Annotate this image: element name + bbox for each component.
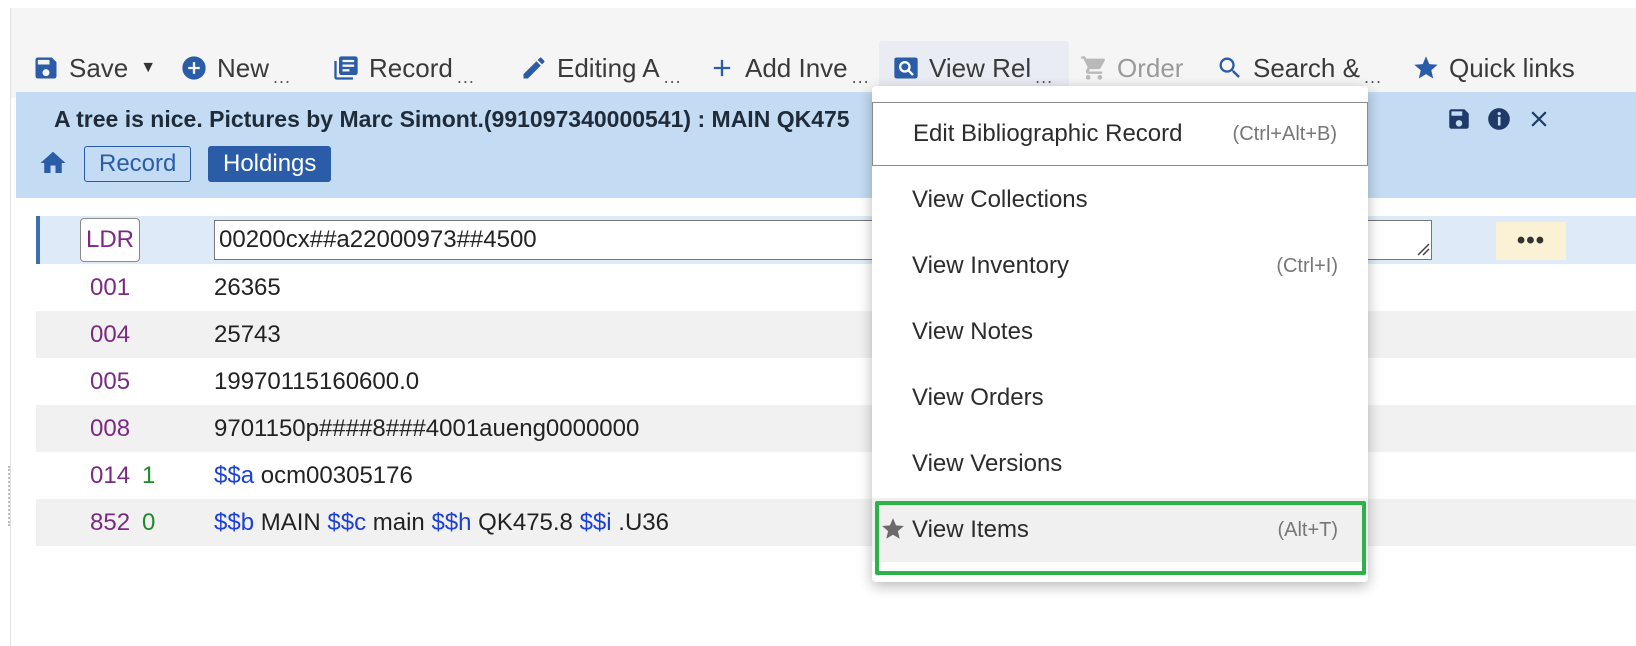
marc-editor: LDR ••• 001 26365 004 25743 005 19970115… [36, 216, 1636, 546]
more-indicator: ... [1363, 67, 1382, 87]
star-icon [880, 516, 906, 542]
breadcrumb-holdings[interactable]: Holdings [208, 146, 332, 182]
field-tag: 005 [90, 368, 131, 395]
field-tag: 852 [90, 509, 131, 536]
more-options-button[interactable]: ••• [1496, 222, 1566, 260]
marc-row[interactable]: 852 0 $$b MAIN $$c main $$h QK475.8 $$i … [36, 499, 1636, 546]
caret-down-icon[interactable]: ▼ [140, 59, 156, 77]
menu-item-view-items[interactable]: View Items (Alt+T) [872, 498, 1368, 562]
breadcrumb-record[interactable]: Record [84, 146, 192, 182]
quick-links-label: Quick links [1449, 52, 1575, 83]
view-related-label: View Rel [929, 52, 1032, 83]
menu-item-view-orders[interactable]: View Orders [872, 366, 1368, 430]
menu-item-label: Edit Bibliographic Record [913, 120, 1183, 147]
save-label: Save [69, 52, 129, 83]
menu-item-view-notes[interactable]: View Notes [872, 300, 1368, 364]
field-tag: 014 [90, 462, 131, 489]
menu-item-view-versions[interactable]: View Versions [872, 432, 1368, 496]
field-value: 9701150p####8###4001aueng0000000 [214, 415, 640, 442]
pencil-icon [519, 53, 549, 83]
editing-label: Editing A [557, 52, 660, 83]
marc-row[interactable]: 014 1 $$a ocm00305176 [36, 452, 1636, 499]
quick-links-button[interactable]: Quick links [1411, 50, 1575, 86]
subfield-code: $$a [214, 462, 255, 489]
subfield-value: ocm00305176 [254, 462, 413, 489]
menu-item-edit-bibliographic-record[interactable]: Edit Bibliographic Record (Ctrl+Alt+B) [872, 102, 1368, 166]
search-label: Search & [1253, 52, 1360, 83]
view-search-icon [891, 53, 921, 83]
cart-icon [1079, 53, 1109, 83]
info-icon[interactable] [1484, 104, 1514, 134]
save-icon[interactable] [1444, 104, 1474, 134]
resize-handle-icon[interactable] [1416, 242, 1430, 256]
order-label: Order [1117, 52, 1184, 83]
field-value: 25743 [214, 321, 281, 348]
marc-row[interactable]: 005 19970115160600.0 [36, 358, 1636, 405]
field-tag: 008 [90, 415, 131, 442]
add-inventory-label: Add Inve [745, 52, 848, 83]
subfield-value: .U36 [611, 509, 669, 536]
menu-item-view-collections[interactable]: View Collections [872, 168, 1368, 232]
search-button[interactable]: Search & ... [1215, 50, 1381, 87]
save-button[interactable]: Save ▼ [31, 50, 156, 86]
more-indicator: ... [851, 67, 870, 87]
editing-actions-button[interactable]: Editing A ... [519, 50, 681, 87]
field-tag: 001 [90, 274, 131, 301]
record-button[interactable]: Record ... [331, 50, 474, 87]
subfield-code: $$h [431, 509, 472, 536]
menu-item-shortcut: (Ctrl+I) [1276, 254, 1338, 277]
marc-row[interactable]: 008 9701150p####8###4001aueng0000000 [36, 405, 1636, 452]
menu-item-shortcut: (Alt+T) [1277, 518, 1338, 541]
menu-item-shortcut: (Ctrl+Alt+B) [1232, 122, 1337, 145]
close-icon[interactable] [1524, 104, 1554, 134]
menu-item-label: View Orders [912, 384, 1044, 411]
menu-item-label: View Items [912, 516, 1029, 543]
order-button[interactable]: Order [1079, 50, 1183, 86]
more-indicator: ... [456, 67, 475, 87]
more-indicator: ... [663, 67, 682, 87]
marc-row[interactable]: 004 25743 [36, 311, 1636, 358]
view-related-menu: Edit Bibliographic Record (Ctrl+Alt+B) V… [872, 86, 1368, 582]
marc-row-ldr: LDR ••• [36, 216, 1636, 264]
subfield-value: MAIN [254, 509, 328, 536]
subfield-value: main [366, 509, 432, 536]
marc-row[interactable]: 001 26365 [36, 264, 1636, 311]
record-header: A tree is nice. Pictures by Marc Simont.… [16, 92, 1636, 198]
field-indicator: 0 [142, 509, 156, 536]
field-value: 19970115160600.0 [214, 368, 420, 395]
more-indicator: ... [1035, 67, 1054, 87]
view-related-button[interactable]: View Rel ... [891, 50, 1052, 87]
field-value: $$a ocm00305176 [214, 462, 413, 490]
menu-item-label: View Inventory [912, 252, 1069, 279]
record-label: Record [369, 52, 453, 83]
subfield-value: QK475.8 [471, 509, 580, 536]
star-icon [1411, 53, 1441, 83]
search-icon [1215, 53, 1245, 83]
menu-item-label: View Notes [912, 318, 1033, 345]
subfield-code: $$b [214, 509, 255, 536]
add-inventory-button[interactable]: Add Inve ... [707, 50, 869, 87]
record-list-icon [331, 53, 361, 83]
home-icon[interactable] [38, 148, 72, 178]
field-value: 26365 [214, 274, 281, 301]
more-indicator: ... [273, 67, 292, 87]
menu-item-label: View Versions [912, 450, 1063, 477]
plus-icon [707, 53, 737, 83]
subfield-code: $$i [579, 509, 612, 536]
pane-splitter-handle[interactable] [8, 466, 12, 526]
subfield-code: $$c [327, 509, 367, 536]
save-icon [31, 53, 61, 83]
field-tag: 004 [90, 321, 131, 348]
new-button[interactable]: New ... [179, 50, 290, 87]
record-title: A tree is nice. Pictures by Marc Simont.… [54, 106, 850, 132]
field-value: $$b MAIN $$c main $$h QK475.8 $$i .U36 [214, 509, 669, 537]
ldr-tag[interactable]: LDR [80, 218, 140, 262]
menu-item-view-inventory[interactable]: View Inventory (Ctrl+I) [872, 234, 1368, 298]
plus-circle-icon [179, 53, 209, 83]
field-indicator: 1 [142, 462, 156, 489]
menu-item-label: View Collections [912, 186, 1088, 213]
new-label: New [217, 52, 270, 83]
